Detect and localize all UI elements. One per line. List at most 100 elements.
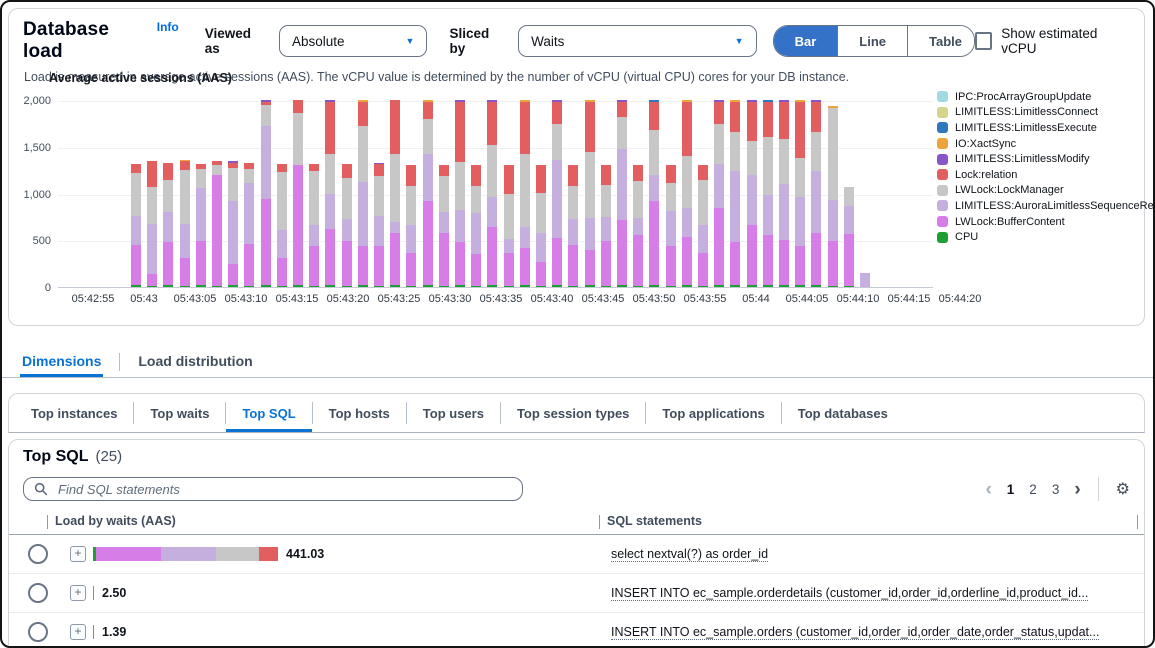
chart-bar[interactable] [374,163,384,287]
view-toggle-bar[interactable]: Bar [774,26,838,56]
subtab-top-sql[interactable]: Top SQL [226,394,311,432]
chart-bar[interactable] [212,161,222,287]
subtab-top-applications[interactable]: Top applications [646,394,780,432]
legend-item[interactable]: LWLock:LockManager [937,183,1154,199]
page-3[interactable]: 3 [1052,482,1060,497]
chart-bar[interactable] [763,100,773,287]
chart-bar[interactable] [633,165,643,287]
chart-bar[interactable] [698,165,708,287]
legend-label: CPU [955,231,978,243]
subtab-top-waits[interactable]: Top waits [134,394,225,432]
chart-bar[interactable] [487,100,497,287]
legend-item[interactable]: IPC:ProcArrayGroupUpdate [937,89,1154,105]
chart-bar[interactable] [244,163,254,287]
viewed-as-select[interactable]: Absolute ▼ [279,25,427,57]
chart-bar[interactable] [471,165,481,287]
subtab-top-session-types[interactable]: Top session types [501,394,645,432]
row-radio[interactable] [28,622,48,642]
chart-bar[interactable] [617,100,627,287]
chart-bar[interactable] [730,100,740,287]
legend-item[interactable]: CPU [937,229,1154,245]
subtab-top-users[interactable]: Top users [407,394,500,432]
chart-bar[interactable] [423,100,433,287]
chart-bar[interactable] [520,100,530,287]
chart-bar[interactable] [649,100,659,287]
chart-bar[interactable] [309,164,319,287]
bar-segment [374,216,384,247]
chart-bar[interactable] [180,160,190,287]
chart-bar[interactable] [779,100,789,287]
chart-bar[interactable] [406,165,416,287]
view-toggle-line[interactable]: Line [837,26,907,56]
chevron-down-icon: ▼ [406,36,415,46]
chart-bar[interactable] [795,100,805,287]
vcpu-checkbox[interactable] [975,32,992,50]
sql-statement-link[interactable]: select nextval(?) as order_id [611,547,768,562]
chart-bar[interactable] [682,100,692,287]
page-1[interactable]: 1 [1007,482,1015,497]
chart-bar[interactable] [811,100,821,287]
page-2[interactable]: 2 [1029,482,1037,497]
chart-bar[interactable] [131,164,141,287]
subtab-top-instances[interactable]: Top instances [15,394,133,432]
gear-icon[interactable]: ⚙ [1116,481,1130,497]
sliced-by-select[interactable]: Waits ▼ [518,25,756,57]
chart-bar[interactable] [439,165,449,287]
chart-bar[interactable] [342,164,352,287]
legend-item[interactable]: LWLock:BufferContent [937,214,1154,230]
bar-segment [601,217,611,240]
expand-icon[interactable]: + [70,585,86,601]
chart-bar[interactable] [390,100,400,287]
bar-segment [131,285,141,287]
chart-bar[interactable] [277,164,287,287]
bar-segment [698,180,708,225]
x-tick-label: 05:43:30 [429,293,472,305]
chart-bar[interactable] [828,106,838,287]
legend-label: LIMITLESS:LimitlessModify [955,153,1089,165]
chart-bar[interactable] [860,273,870,287]
expand-icon[interactable]: + [70,546,86,562]
view-toggle-table[interactable]: Table [907,26,975,56]
expand-icon[interactable]: + [70,624,86,640]
legend-item[interactable]: Lock:relation [937,167,1154,183]
chart-bar[interactable] [844,187,854,287]
chart-bar[interactable] [714,100,724,287]
chart-bar[interactable] [504,165,514,287]
chart-bar[interactable] [261,100,271,287]
chart-bar[interactable] [585,100,595,287]
legend-item[interactable]: IO:XactSync [937,136,1154,152]
chart-bar[interactable] [666,165,676,287]
row-radio[interactable] [28,583,48,603]
row-radio[interactable] [28,544,48,564]
chart-bar[interactable] [325,100,335,287]
prev-page-icon[interactable]: ‹ [985,480,991,499]
tab-load-distribution[interactable]: Load distribution [136,346,254,377]
search-input[interactable] [56,481,512,498]
chart-bar[interactable] [147,161,157,287]
chart-bar[interactable] [455,100,465,287]
legend-item[interactable]: LIMITLESS:LimitlessExecute [937,120,1154,136]
legend-item[interactable]: LIMITLESS:LimitlessModify [937,151,1154,167]
tab-dimensions[interactable]: Dimensions [20,346,103,377]
subtab-top-databases[interactable]: Top databases [782,394,904,432]
chart-bar[interactable] [196,164,206,287]
bar-segment [649,201,659,285]
sql-statement-link[interactable]: INSERT INTO ec_sample.orderdetails (cust… [611,586,1088,601]
legend-item[interactable]: LIMITLESS:LimitlessConnect [937,105,1154,121]
chart-bar[interactable] [747,100,757,287]
chart-bar[interactable] [536,165,546,287]
sql-statement-link[interactable]: INSERT INTO ec_sample.orders (customer_i… [611,625,1099,640]
chart-bar[interactable] [163,163,173,287]
legend-item[interactable]: LIMITLESS:AuroraLimitlessSequenceRe [937,198,1154,214]
bar-segment [682,156,692,208]
subtab-top-hosts[interactable]: Top hosts [313,394,406,432]
chart-bar[interactable] [601,165,611,287]
next-page-icon[interactable]: › [1074,480,1080,499]
sql-search[interactable] [23,477,523,501]
chart-bar[interactable] [228,161,238,287]
chart-bar[interactable] [552,100,562,287]
chart-bar[interactable] [568,165,578,287]
chart-bar[interactable] [293,100,303,287]
chart-bar[interactable] [358,100,368,287]
info-link[interactable]: Info [157,20,179,34]
